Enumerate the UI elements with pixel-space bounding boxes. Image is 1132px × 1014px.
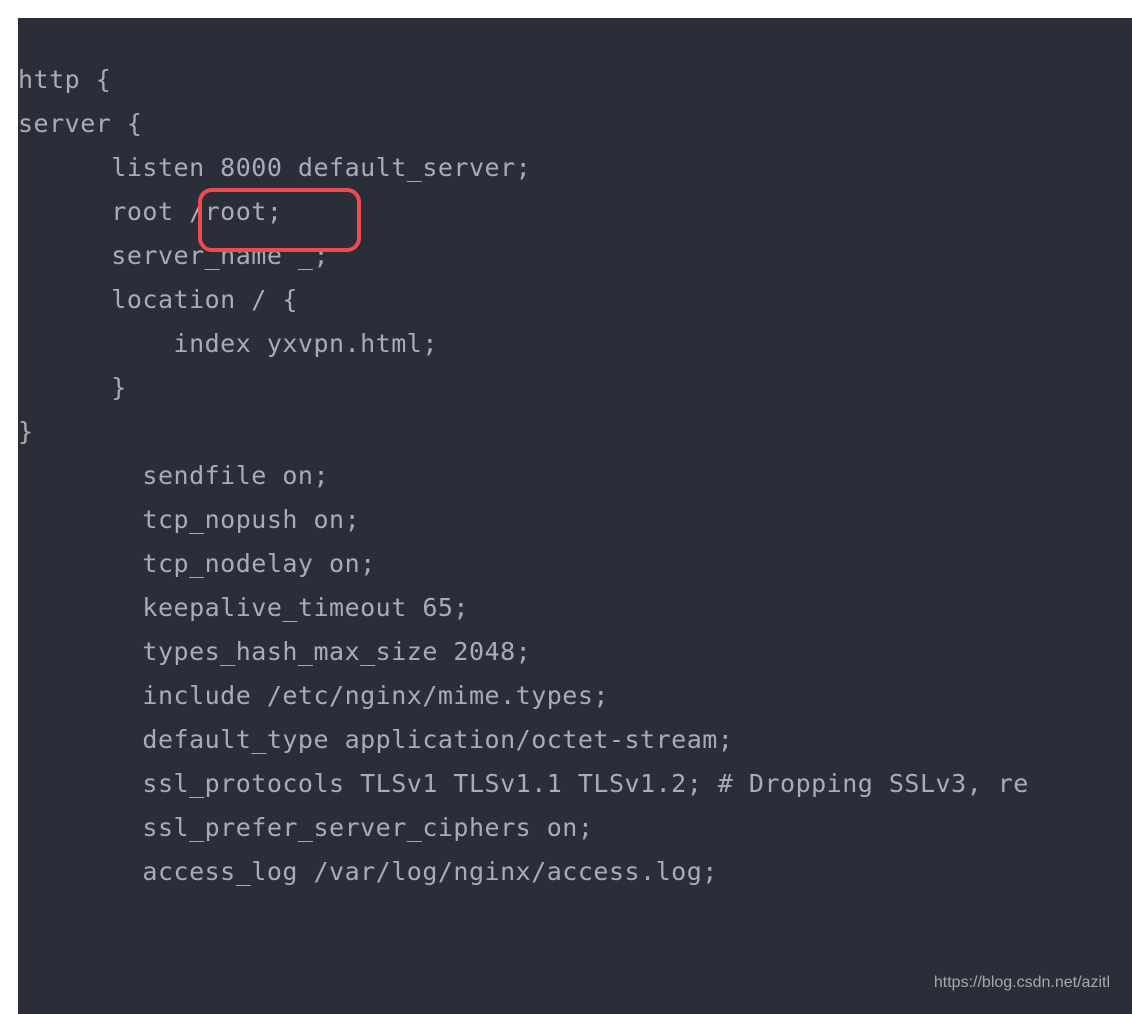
code-line: tcp_nopush on; <box>18 498 1132 542</box>
code-line: access_log /var/log/nginx/access.log; <box>18 850 1132 894</box>
code-line: } <box>18 366 1132 410</box>
code-line: tcp_nodelay on; <box>18 542 1132 586</box>
code-line: default_type application/octet-stream; <box>18 718 1132 762</box>
code-line: listen 8000 default_server; <box>18 146 1132 190</box>
code-line: server { <box>18 102 1132 146</box>
code-line: include /etc/nginx/mime.types; <box>18 674 1132 718</box>
watermark-text: https://blog.csdn.net/azitl <box>934 974 1110 992</box>
code-line: types_hash_max_size 2048; <box>18 630 1132 674</box>
code-line: http { <box>18 58 1132 102</box>
code-line: location / { <box>18 278 1132 322</box>
code-line: keepalive_timeout 65; <box>18 586 1132 630</box>
code-block: http { server { listen 8000 default_serv… <box>18 18 1132 1014</box>
code-line: ssl_prefer_server_ciphers on; <box>18 806 1132 850</box>
code-line: } <box>18 410 1132 454</box>
code-line: index yxvpn.html; <box>18 322 1132 366</box>
code-line: server_name _; <box>18 234 1132 278</box>
code-line: root /root; <box>18 190 1132 234</box>
code-line: sendfile on; <box>18 454 1132 498</box>
code-line: ssl_protocols TLSv1 TLSv1.1 TLSv1.2; # D… <box>18 762 1132 806</box>
